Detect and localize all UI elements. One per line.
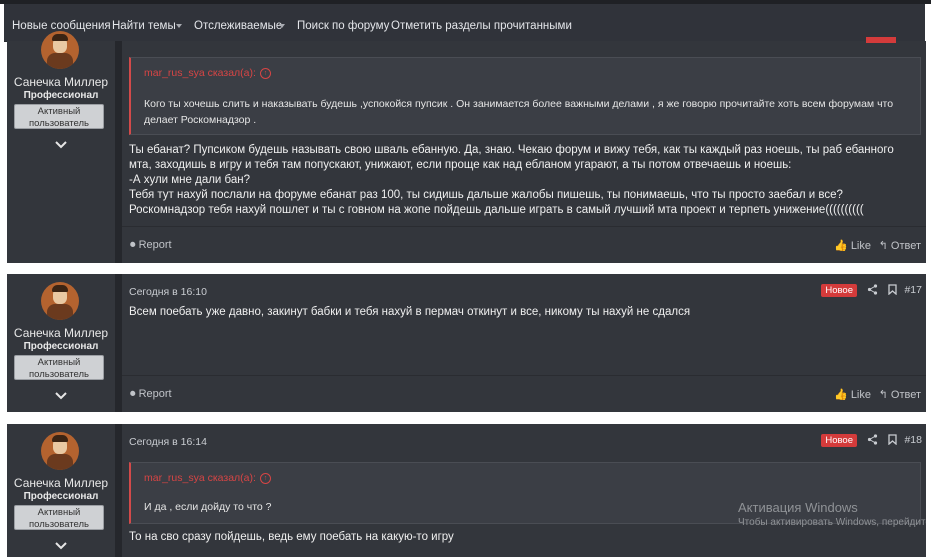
- avatar[interactable]: [41, 282, 79, 320]
- new-badge-fragment: [866, 37, 896, 43]
- post-message: То на сво сразу пойдешь, ведь ему поебат…: [129, 531, 454, 543]
- post-message: Ты ебанат? Пупсиком будешь называть свою…: [129, 144, 894, 216]
- post-main: mar_rus_sya сказал(а): ↑ Кого ты хочешь с…: [122, 37, 926, 226]
- post-date[interactable]: Сегодня в 16:14: [129, 436, 207, 448]
- nav-search-forum[interactable]: Поиск по форуму: [297, 19, 389, 33]
- post: Санечка Миллер Профессионал Активный пол…: [7, 424, 926, 557]
- post-main: Сегодня в 16:10 Новое #17 Всем поебать у…: [122, 274, 926, 375]
- post-footer: ⏺ Report 👍 Like ↰ Ответ: [122, 226, 926, 263]
- chevron-down-icon[interactable]: [279, 24, 285, 28]
- user-pane: Санечка Миллер Профессионал Активный пол…: [7, 31, 115, 263]
- like-button[interactable]: 👍 Like: [834, 239, 871, 252]
- windows-activation-subtitle: Чтобы активировать Windows, перейдите в: [738, 517, 931, 528]
- windows-activation-title: Активация Windows: [738, 500, 858, 515]
- forum-subnav: Новые сообщения Найти темы Отслеживаемые…: [4, 4, 925, 42]
- share-icon[interactable]: [867, 434, 878, 445]
- new-badge: Новое: [821, 284, 857, 297]
- page-edge: [926, 4, 931, 557]
- post-number[interactable]: #17: [904, 284, 922, 296]
- post-message: Всем поебать уже давно, закинут бабки и …: [129, 306, 691, 318]
- screenshot-frame: Новые сообщения Найти темы Отслеживаемые…: [0, 0, 931, 557]
- expand-quote-icon[interactable]: ↑: [259, 472, 271, 484]
- user-title: Профессионал: [23, 491, 99, 502]
- chevron-down-icon[interactable]: [54, 541, 68, 551]
- quote-block: mar_rus_sya сказал(а): ↑ Кого ты хочешь с…: [129, 57, 921, 135]
- bookmark-icon[interactable]: [888, 284, 897, 295]
- nav-mark-read[interactable]: Отметить разделы прочитанными: [391, 19, 572, 33]
- user-badge: Активный пользователь: [14, 104, 104, 129]
- quote-author[interactable]: mar_rus_sya сказал(а): ↑: [144, 472, 271, 484]
- bookmark-icon[interactable]: [888, 434, 897, 445]
- reply-button[interactable]: ↰ Ответ: [879, 388, 921, 401]
- post: Санечка Миллер Профессионал Активный пол…: [7, 274, 926, 412]
- quote-author[interactable]: mar_rus_sya сказал(а): ↑: [144, 67, 271, 79]
- new-badge: Новое: [821, 434, 857, 447]
- post-number[interactable]: #18: [904, 434, 922, 446]
- post: Санечка Миллер Профессионал Активный пол…: [7, 31, 926, 263]
- avatar[interactable]: [41, 432, 79, 470]
- user-pane: Санечка Миллер Профессионал Активный пол…: [7, 274, 115, 412]
- nav-find-threads[interactable]: Найти темы: [112, 19, 176, 33]
- username[interactable]: Санечка Миллер: [7, 75, 115, 89]
- user-pane: Санечка Миллер Профессионал Активный пол…: [7, 424, 115, 557]
- post-main: Сегодня в 16:14 Новое #18 mar_rus_sya ск…: [122, 424, 926, 557]
- expand-quote-icon[interactable]: ↑: [259, 67, 271, 79]
- share-icon[interactable]: [867, 284, 878, 295]
- avatar[interactable]: [41, 31, 79, 69]
- username[interactable]: Санечка Миллер: [7, 476, 115, 490]
- nav-watched[interactable]: Отслеживаемые: [194, 19, 282, 33]
- post-date[interactable]: Сегодня в 16:10: [129, 286, 207, 298]
- user-badge: Активный пользователь: [14, 505, 104, 530]
- chevron-down-icon[interactable]: [176, 24, 182, 28]
- report-button[interactable]: ⏺ Report: [130, 388, 172, 401]
- reply-button[interactable]: ↰ Ответ: [879, 239, 921, 252]
- user-badge: Активный пользователь: [14, 355, 104, 380]
- username[interactable]: Санечка Миллер: [7, 326, 115, 340]
- chevron-down-icon[interactable]: [54, 391, 68, 401]
- post-footer: ⏺ Report 👍 Like ↰ Ответ: [122, 375, 926, 412]
- like-button[interactable]: 👍 Like: [834, 388, 871, 401]
- quote-text: Кого ты хочешь слить и наказывать будешь…: [144, 98, 894, 126]
- user-title: Профессионал: [23, 90, 99, 101]
- user-title: Профессионал: [23, 341, 99, 352]
- report-button[interactable]: ⏺ Report: [130, 239, 172, 252]
- chevron-down-icon[interactable]: [54, 140, 68, 150]
